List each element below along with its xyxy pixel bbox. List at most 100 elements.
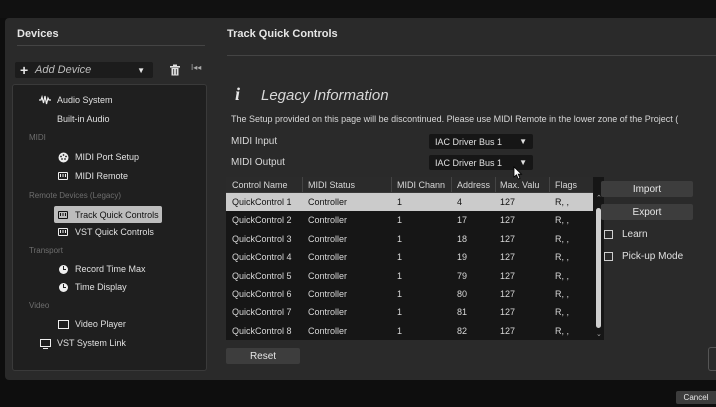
table-cell[interactable]: 1 [397,326,402,336]
table-cell[interactable]: Controller [308,252,347,262]
add-device-dropdown[interactable]: + Add Device ▼ [15,62,153,78]
table-cell[interactable]: Controller [308,289,347,299]
table-cell[interactable]: Controller [308,197,347,207]
sidebar-item-label: MIDI Port Setup [75,152,140,162]
table-cell[interactable]: R, , [555,307,569,317]
table-cell[interactable]: R, , [555,234,569,244]
table-cell[interactable]: 79 [457,271,467,281]
sidebar-item-label: Record Time Max [75,264,146,274]
table-cell[interactable]: Controller [308,271,347,281]
cancel-button[interactable]: Cancel [676,391,716,404]
table-cell[interactable]: Controller [308,307,347,317]
table-cell[interactable]: 127 [500,271,515,281]
sidebar-item-video-player[interactable]: Video Player [57,319,126,329]
table-cell[interactable]: QuickControl 7 [232,307,292,317]
sidebar-item-midi-port-setup[interactable]: MIDI Port Setup [57,152,139,162]
table-cell[interactable]: QuickControl 4 [232,252,292,262]
sidebar-item-label: Time Display [75,282,127,292]
column-header[interactable]: Control Name [232,180,288,190]
table-cell[interactable]: 127 [500,289,515,299]
table-cell[interactable]: 1 [397,271,402,281]
table-row[interactable]: QuickControl 4 Controller 1 19 127 R, , [226,248,593,266]
table-cell[interactable]: R, , [555,197,569,207]
table-cell[interactable]: 81 [457,307,467,317]
table-cell[interactable]: Controller [308,326,347,336]
table-cell[interactable]: R, , [555,252,569,262]
table-cell[interactable]: QuickControl 2 [232,215,292,225]
table-cell[interactable]: 80 [457,289,467,299]
table-cell[interactable]: 1 [397,215,402,225]
table-row[interactable]: QuickControl 6 Controller 1 80 127 R, , [226,285,593,303]
table-row[interactable]: QuickControl 8 Controller 1 82 127 R, , [226,322,593,340]
table-cell[interactable]: 17 [457,215,467,225]
midi-input-select[interactable]: IAC Driver Bus 1 ▼ [429,134,533,149]
table-row[interactable]: QuickControl 5 Controller 1 79 127 R, , [226,267,593,285]
sidebar-item-track-quick-controls[interactable]: Track Quick Controls [54,206,162,223]
column-header[interactable]: Max. Valu [500,180,539,190]
table-cell[interactable]: 1 [397,252,402,262]
table-cell[interactable]: Controller [308,215,347,225]
export-button[interactable]: Export [601,204,693,220]
table-cell[interactable]: 127 [500,326,515,336]
table-row[interactable]: QuickControl 2 Controller 1 17 127 R, , [226,211,593,229]
sidebar-item-builtin-audio[interactable]: Built-in Audio [57,114,110,124]
checkbox-box[interactable] [604,230,613,239]
partial-button[interactable] [708,347,716,371]
table-cell[interactable]: 1 [397,234,402,244]
table-cell[interactable]: QuickControl 6 [232,289,292,299]
table-cell[interactable]: 4 [457,197,462,207]
table-row[interactable]: QuickControl 3 Controller 1 18 127 R, , [226,230,593,248]
trash-icon[interactable] [169,64,181,76]
midi-output-label: MIDI Output [231,157,285,168]
scroll-down-icon[interactable]: ⌄ [596,330,602,338]
table-cell[interactable]: 127 [500,307,515,317]
table-cell[interactable]: 127 [500,215,515,225]
pickup-mode-checkbox[interactable]: Pick-up Mode [604,251,683,262]
import-button[interactable]: Import [601,181,693,197]
sidebar-item-vst-quick-controls[interactable]: VST Quick Controls [57,227,154,237]
table-cell[interactable]: QuickControl 5 [232,271,292,281]
table-cell[interactable]: R, , [555,271,569,281]
column-header[interactable]: MIDI Chann [397,180,445,190]
sidebar-item-label: Built-in Audio [57,114,110,124]
table-cell[interactable]: 127 [500,197,515,207]
sidebar-item-audio-system[interactable]: Audio System [39,95,113,105]
table-cell[interactable]: 127 [500,252,515,262]
table-row[interactable]: QuickControl 1 Controller 1 4 127 R, , [226,193,593,211]
learn-checkbox[interactable]: Learn [604,229,648,240]
checkbox-box[interactable] [604,252,613,261]
table-cell[interactable]: R, , [555,215,569,225]
window-titlebar [0,0,716,18]
table-cell[interactable]: 1 [397,197,402,207]
column-header[interactable]: MIDI Status [308,180,355,190]
table-cell[interactable]: QuickControl 8 [232,326,292,336]
table-cell[interactable]: 1 [397,307,402,317]
table-row[interactable]: QuickControl 7 Controller 1 81 127 R, , [226,303,593,321]
table-cell[interactable]: R, , [555,289,569,299]
table-cell[interactable]: R, , [555,326,569,336]
table-cell[interactable]: 19 [457,252,467,262]
devices-title: Devices [17,28,59,40]
sidebar-item-time-display[interactable]: Time Display [57,282,127,292]
info-icon: i [235,84,241,104]
sidebar-item-vst-system-link[interactable]: VST System Link [39,338,126,349]
sidebar-item-midi-remote[interactable]: MIDI Remote [57,171,128,181]
sidebar-item-record-time-max[interactable]: Record Time Max [57,264,146,274]
column-header[interactable]: Address [457,180,490,190]
scroll-thumb[interactable] [596,208,601,328]
table-cell[interactable]: 82 [457,326,467,336]
table-cell[interactable]: Controller [308,234,347,244]
midi-port-icon [57,152,69,162]
table-cell[interactable]: QuickControl 1 [232,197,292,207]
column-header[interactable]: Flags [555,180,577,190]
table-cell[interactable]: QuickControl 3 [232,234,292,244]
waveform-icon [39,95,51,105]
keyboard-icon [57,171,69,181]
table-cell[interactable]: 18 [457,234,467,244]
category-remote-devices: Remote Devices (Legacy) [29,191,122,200]
table-cell[interactable]: 127 [500,234,515,244]
reset-button[interactable]: Reset [226,348,300,364]
keyboard-icon [57,227,69,237]
collapse-all-icon[interactable]: I◂◂ [191,63,201,72]
table-cell[interactable]: 1 [397,289,402,299]
